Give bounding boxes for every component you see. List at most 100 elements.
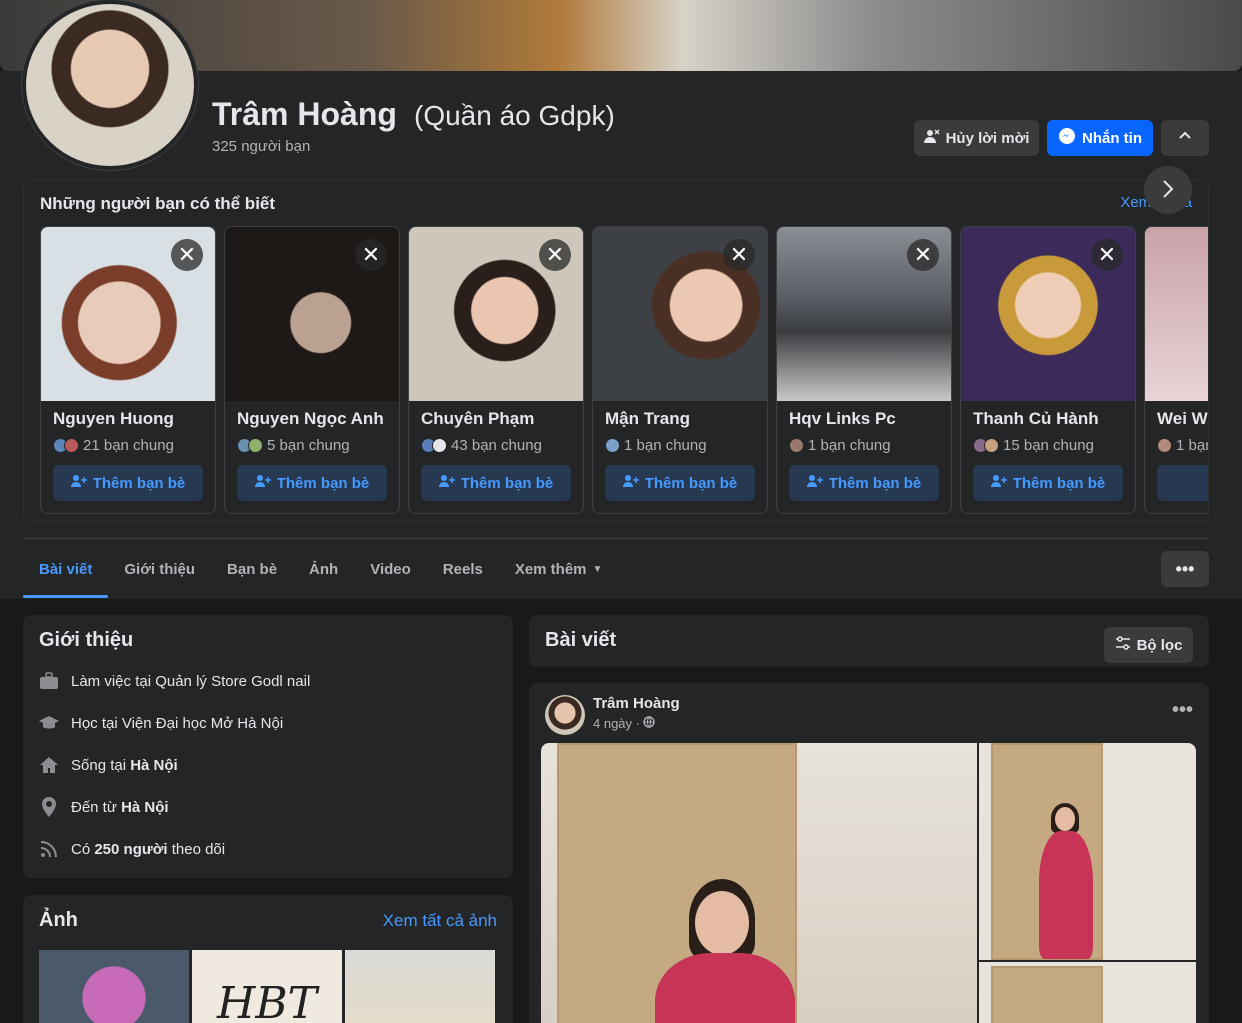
intro-work: Làm việc tại Quản lý Store Godl nail: [39, 671, 310, 691]
caret-down-icon: ▼: [592, 563, 603, 575]
intro-title: Giới thiệu: [39, 629, 134, 651]
close-icon[interactable]: ✕: [171, 239, 203, 271]
more-dots-icon: •••: [1175, 558, 1195, 579]
pymk-mutual: 1 bạn chung: [789, 437, 891, 454]
close-icon[interactable]: ✕: [1091, 239, 1123, 271]
tab-more[interactable]: Xem thêm ▼: [499, 540, 619, 598]
pymk-title: Những người bạn có thể biết: [40, 194, 276, 213]
posts-header: Bài viết Bộ lọc: [529, 615, 1209, 667]
briefcase-icon: [39, 671, 59, 691]
mutual-avatars-icon: [605, 438, 620, 453]
add-friend-button[interactable]: Thêm bạn bè: [237, 465, 387, 501]
more-dots-icon: •••: [1171, 699, 1193, 721]
graduation-cap-icon: [39, 713, 59, 733]
photos-see-all-link[interactable]: Xem tất cả ảnh: [383, 911, 497, 931]
close-icon[interactable]: ✕: [355, 239, 387, 271]
pymk-name[interactable]: Chuyên Phạm: [421, 409, 534, 429]
pymk-mutual: 1 bạn: [1157, 437, 1208, 454]
pymk-name[interactable]: Wei W: [1157, 409, 1208, 429]
tab-posts[interactable]: Bài viết: [23, 540, 109, 598]
avatar[interactable]: [545, 695, 585, 735]
pymk-card[interactable]: ✕ Nguyen Huong 21 bạn chung Thêm bạn bè: [40, 226, 216, 514]
add-user-icon: [990, 474, 1007, 492]
add-friend-button[interactable]: Thêm bạn bè: [789, 465, 939, 501]
intro-followers: Có 250 người theo dõi: [39, 839, 225, 859]
filter-sliders-icon: [1115, 636, 1131, 654]
cancel-request-button[interactable]: Hủy lời mời: [914, 120, 1039, 156]
intro-lives-in: Sống tại Hà Nội: [39, 755, 178, 775]
add-friend-button[interactable]: Thêm bạn bè: [973, 465, 1123, 501]
pymk-name[interactable]: Thanh Củ Hành: [973, 409, 1099, 429]
tab-photos[interactable]: Ảnh: [293, 540, 354, 598]
profile-tabs: Bài viết Giới thiệu Bạn bè Ảnh Video Ree…: [23, 540, 618, 598]
chevron-right-icon: [1161, 175, 1175, 206]
pymk-card[interactable]: ✕ Hqv Links Pc 1 bạn chung Thêm bạn bè: [776, 226, 952, 514]
add-friend-button[interactable]: Thêm bạn bè: [53, 465, 203, 501]
message-label: Nhắn tin: [1082, 129, 1142, 147]
mutual-avatars-icon: [237, 438, 263, 453]
profile-more-button[interactable]: •••: [1161, 551, 1209, 587]
add-user-icon: [254, 474, 271, 492]
pymk-card[interactable]: ✕ Chuyên Phạm 43 bạn chung Thêm bạn bè: [408, 226, 584, 514]
post-image[interactable]: [979, 743, 1196, 960]
pymk-name[interactable]: Nguyen Huong: [53, 409, 174, 429]
pymk-mutual: 21 bạn chung: [53, 437, 174, 454]
posts-title: Bài viết: [545, 629, 617, 651]
tab-friends[interactable]: Bạn bè: [211, 540, 293, 598]
pymk-mutual: 15 bạn chung: [973, 437, 1094, 454]
post-timestamp[interactable]: 4 ngày ·: [593, 716, 655, 731]
collapse-button[interactable]: [1161, 120, 1209, 156]
rss-feed-icon: [39, 839, 59, 859]
cancel-request-label: Hủy lời mời: [945, 129, 1030, 147]
post-image[interactable]: [541, 743, 977, 1023]
tab-about[interactable]: Giới thiệu: [108, 540, 211, 598]
pymk-card[interactable]: ✕ Thanh Củ Hành 15 bạn chung Thêm bạn bè: [960, 226, 1136, 514]
add-friend-button[interactable]: Thêm bạn bè: [605, 465, 755, 501]
pymk-card-list: ✕ Nguyen Huong 21 bạn chung Thêm bạn bè …: [40, 226, 1208, 514]
add-friend-button[interactable]: Th: [1157, 465, 1208, 501]
pymk-card[interactable]: ✕ Mận Trang 1 bạn chung Thêm bạn bè: [592, 226, 768, 514]
mutual-avatars-icon: [789, 438, 804, 453]
globe-icon: [643, 716, 655, 731]
tab-videos[interactable]: Video: [354, 540, 427, 598]
close-icon[interactable]: ✕: [907, 239, 939, 271]
intro-from: Đến từ Hà Nội: [39, 797, 169, 817]
mutual-avatars-icon: [53, 438, 79, 453]
profile-avatar[interactable]: [22, 0, 198, 170]
add-user-icon: [70, 474, 87, 492]
add-friend-button[interactable]: Thêm bạn bè: [421, 465, 571, 501]
pymk-name[interactable]: Mận Trang: [605, 409, 690, 429]
chevron-up-icon: [1178, 129, 1192, 147]
pymk-name[interactable]: Hqv Links Pc: [789, 409, 896, 429]
pymk-name[interactable]: Nguyen Ngọc Anh: [237, 409, 384, 429]
profile-alternate-name: (Quần áo Gdpk): [414, 100, 615, 131]
add-user-icon: [806, 474, 823, 492]
messenger-icon: [1058, 127, 1076, 149]
photo-thumbnail[interactable]: [345, 950, 495, 1023]
post-card: Trâm Hoàng 4 ngày · •••: [529, 683, 1209, 1023]
pymk-card[interactable]: Wei W 1 bạn Th: [1144, 226, 1208, 514]
photo-thumbnail[interactable]: HBT: [192, 950, 342, 1023]
location-pin-icon: [39, 797, 59, 817]
close-icon[interactable]: ✕: [723, 239, 755, 271]
user-cancel-icon: [923, 128, 940, 148]
filter-button[interactable]: Bộ lọc: [1104, 627, 1193, 663]
pymk-photo[interactable]: [1145, 227, 1208, 401]
pymk-mutual: 5 bạn chung: [237, 437, 350, 454]
message-button[interactable]: Nhắn tin: [1047, 120, 1153, 156]
add-user-icon: [622, 474, 639, 492]
mutual-avatars-icon: [1157, 438, 1172, 453]
tab-reels[interactable]: Reels: [427, 540, 499, 598]
post-menu-button[interactable]: •••: [1172, 699, 1193, 722]
pymk-card[interactable]: ✕ Nguyen Ngọc Anh 5 bạn chung Thêm bạn b…: [224, 226, 400, 514]
post-image[interactable]: [979, 962, 1196, 1023]
mutual-avatars-icon: [973, 438, 999, 453]
next-arrow-button[interactable]: [1144, 166, 1192, 214]
close-icon[interactable]: ✕: [539, 239, 571, 271]
tabs-divider: [23, 538, 1209, 539]
photos-panel: Ảnh Xem tất cả ảnh HBT: [23, 895, 513, 1023]
friend-count[interactable]: 325 người bạn: [212, 138, 310, 155]
post-author[interactable]: Trâm Hoàng: [593, 695, 680, 712]
intro-study: Học tại Viện Đại học Mở Hà Nội: [39, 713, 283, 733]
photo-thumbnail[interactable]: [39, 950, 189, 1023]
